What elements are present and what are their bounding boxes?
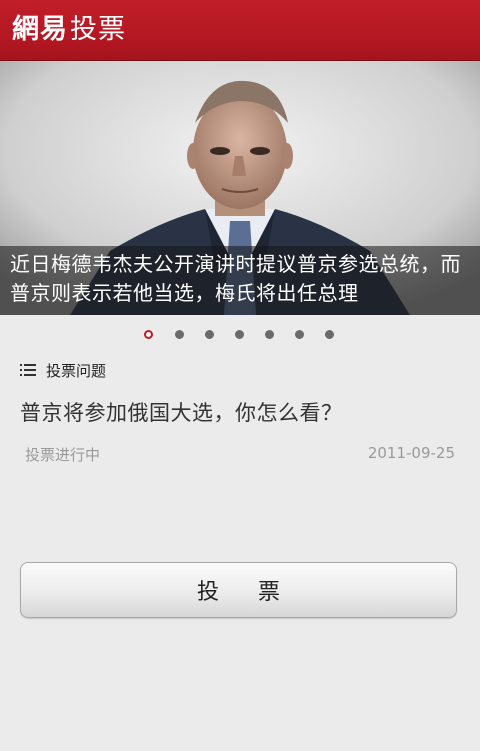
banner-caption-bar: 近日梅德韦杰夫公开演讲时提议普京参选总统，而普京则表示若他当选，梅氏将出任总理 (0, 246, 480, 315)
logo-text: 網易 (12, 14, 68, 45)
poll-question: 普京将参加俄国大选，你怎么看？ (20, 401, 343, 425)
app-title: 投票 (70, 14, 126, 45)
app-header: 網易投票 (0, 0, 480, 61)
vote-button[interactable]: 投 票 (20, 562, 457, 618)
section-label: 投票问题 (46, 361, 107, 380)
pager-dot[interactable] (265, 330, 274, 339)
pager-dot[interactable] (325, 330, 334, 339)
featured-banner[interactable]: 近日梅德韦杰夫公开演讲时提议普京参选总统，而普京则表示若他当选，梅氏将出任总理 (0, 61, 480, 315)
list-icon (20, 364, 36, 376)
app-logo: 網易投票 (12, 10, 126, 50)
poll-date: 2011-09-25 (367, 444, 455, 462)
banner-pager (0, 326, 480, 344)
pager-dot[interactable] (295, 330, 304, 339)
pager-dot[interactable] (205, 330, 214, 339)
pager-dot[interactable] (235, 330, 244, 339)
poll-status: 投票进行中 (25, 446, 101, 464)
pager-dot-active[interactable] (144, 330, 153, 339)
banner-caption: 近日梅德韦杰夫公开演讲时提议普京参选总统，而普京则表示若他当选，梅氏将出任总理 (10, 252, 461, 305)
pager-dot[interactable] (175, 330, 184, 339)
section-header: 投票问题 (20, 358, 106, 382)
